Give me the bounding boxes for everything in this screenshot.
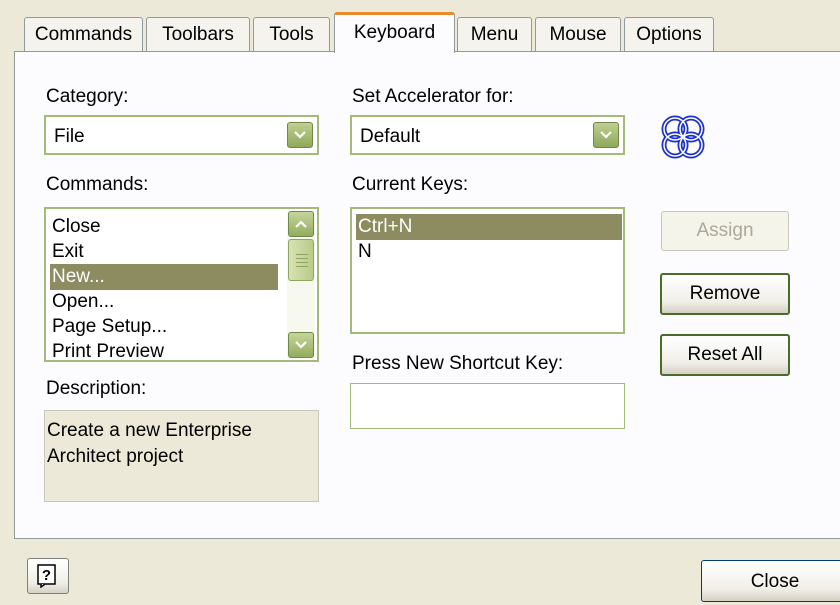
tab-keyboard[interactable]: Keyboard xyxy=(334,12,455,53)
accelerator-value: Default xyxy=(360,126,421,147)
chevron-down-icon[interactable] xyxy=(287,122,313,148)
accelerator-label: Set Accelerator for: xyxy=(352,86,514,107)
current-keys-label: Current Keys: xyxy=(352,174,469,195)
category-label: Category: xyxy=(46,86,129,107)
description-line: Create a new Enterprise xyxy=(47,420,252,441)
tab-toolbars[interactable]: Toolbars xyxy=(146,17,250,51)
close-button[interactable]: Close xyxy=(701,560,840,602)
category-dropdown[interactable]: File xyxy=(44,115,319,155)
list-item[interactable]: Open... xyxy=(50,289,114,315)
reset-all-button[interactable]: Reset All xyxy=(660,334,790,376)
list-item-selected[interactable]: New... xyxy=(50,264,278,290)
remove-button[interactable]: Remove xyxy=(660,273,790,315)
chevron-down-icon[interactable] xyxy=(593,122,619,148)
commands-list[interactable]: Close Exit New... Open... Page Setup... … xyxy=(44,207,319,362)
assign-button[interactable]: Assign xyxy=(661,211,789,251)
description-line: Architect project xyxy=(47,446,184,467)
scroll-down-icon[interactable] xyxy=(288,332,314,358)
commands-scrollbar[interactable] xyxy=(287,211,315,358)
shortcut-input[interactable] xyxy=(350,383,625,429)
tab-menu[interactable]: Menu xyxy=(457,17,532,51)
list-item[interactable]: Close xyxy=(50,214,101,240)
list-item[interactable]: Exit xyxy=(50,239,84,265)
shortcut-label: Press New Shortcut Key: xyxy=(352,353,564,374)
tab-mouse[interactable]: Mouse xyxy=(535,17,621,51)
svg-text:?: ? xyxy=(42,567,51,584)
description-box: Create a new Enterprise Architect projec… xyxy=(44,410,319,502)
scroll-thumb[interactable] xyxy=(288,239,314,281)
list-item[interactable]: Page Setup... xyxy=(50,314,167,340)
commands-label: Commands: xyxy=(46,174,149,195)
description-label: Description: xyxy=(46,378,147,399)
tab-tools[interactable]: Tools xyxy=(253,17,330,51)
accelerator-dropdown[interactable]: Default xyxy=(350,115,625,155)
list-item[interactable]: N xyxy=(356,239,372,265)
help-button[interactable]: ? xyxy=(27,558,69,594)
current-keys-list[interactable]: Ctrl+N N xyxy=(350,207,625,334)
help-icon: ? xyxy=(37,564,56,588)
list-item[interactable]: Print Preview xyxy=(50,339,164,360)
tab-options[interactable]: Options xyxy=(624,17,714,51)
scroll-up-icon[interactable] xyxy=(288,211,314,237)
category-value: File xyxy=(54,126,85,147)
tab-commands[interactable]: Commands xyxy=(24,17,143,51)
list-item-selected[interactable]: Ctrl+N xyxy=(356,214,622,240)
enterprise-architect-logo-icon xyxy=(661,115,705,159)
